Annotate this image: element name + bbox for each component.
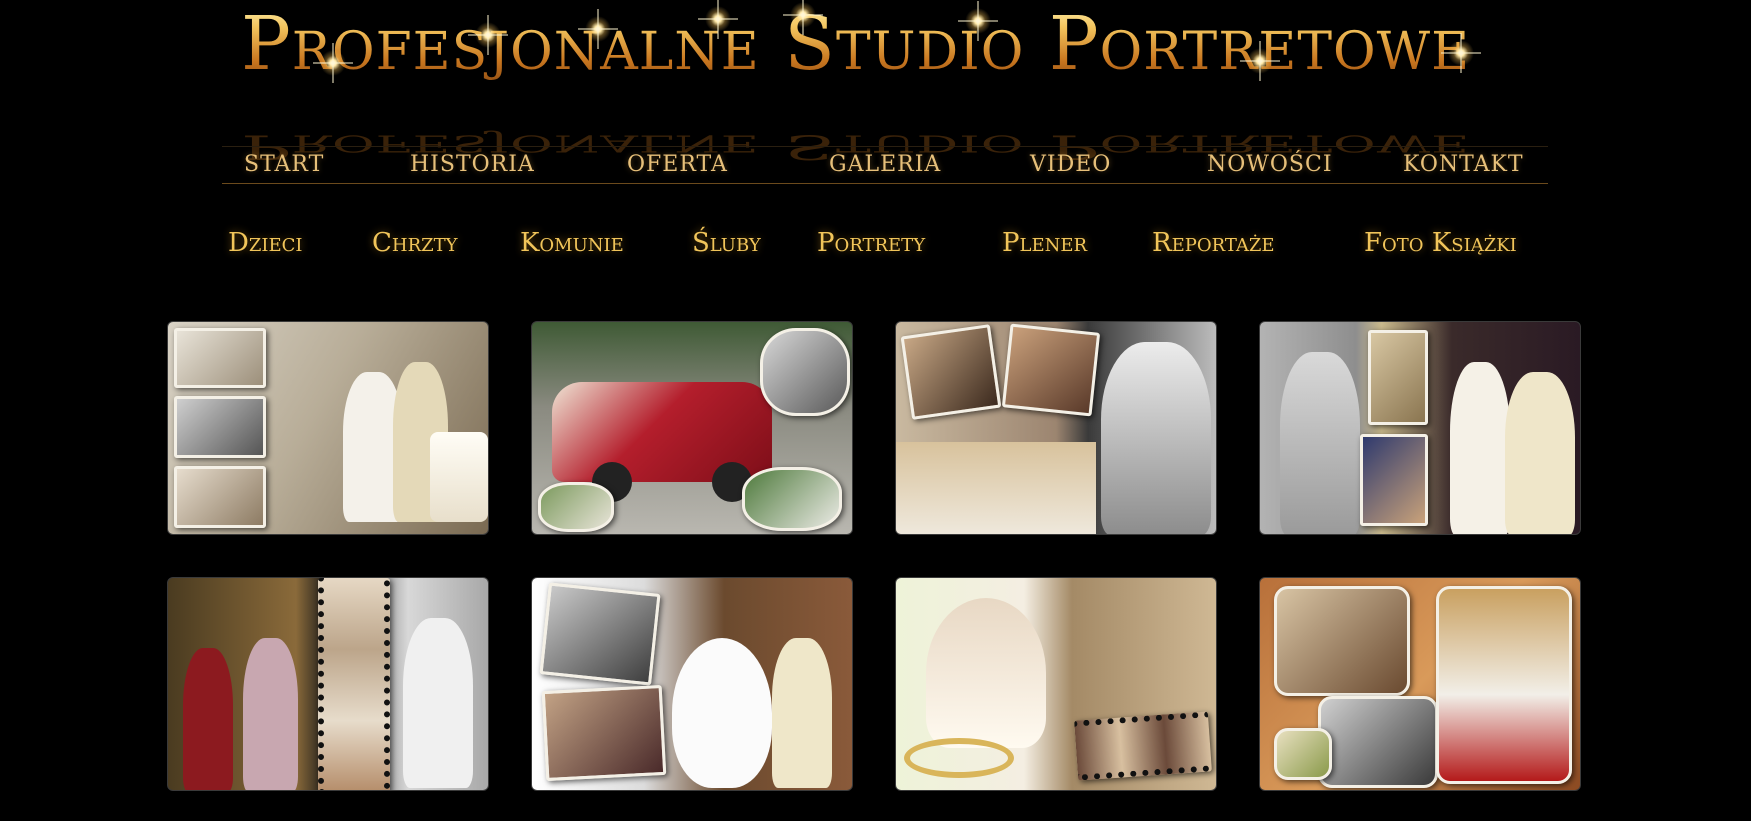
sparkle-icon bbox=[475, 22, 501, 48]
photo-frame bbox=[1274, 728, 1332, 780]
site-banner[interactable]: Profesjonalne Studio Portretowe Profesjo… bbox=[235, 0, 1515, 166]
sparkle-icon bbox=[790, 2, 816, 28]
guest-figure bbox=[243, 638, 298, 790]
rings-icon bbox=[904, 738, 1014, 778]
gallery-thumbnail[interactable] bbox=[895, 577, 1217, 791]
category-portrety[interactable]: Portrety bbox=[817, 228, 925, 258]
nav-start[interactable]: START bbox=[244, 152, 324, 177]
category-nav: Dzieci Chrzty Komunie Śluby Portrety Ple… bbox=[222, 228, 1548, 268]
groom-figure bbox=[772, 638, 832, 788]
category-dzieci[interactable]: Dzieci bbox=[228, 228, 303, 258]
sparkle-icon bbox=[705, 6, 731, 32]
sparkle-icon bbox=[585, 16, 611, 42]
gallery-thumbnail[interactable] bbox=[1259, 577, 1581, 791]
nav-historia[interactable]: HISTORIA bbox=[410, 152, 535, 177]
photo-frame bbox=[1436, 586, 1572, 784]
couple-embrace bbox=[926, 598, 1046, 748]
photo-frame bbox=[1360, 434, 1428, 526]
photo-frame bbox=[1274, 586, 1410, 696]
category-komunie[interactable]: Komunie bbox=[520, 228, 624, 258]
category-chrzty[interactable]: Chrzty bbox=[372, 228, 458, 258]
category-reportaze[interactable]: Reportaże bbox=[1152, 228, 1275, 258]
bride-figure bbox=[672, 638, 772, 788]
category-plener[interactable]: Plener bbox=[1002, 228, 1087, 258]
bride-figure bbox=[403, 618, 473, 788]
photo-frame bbox=[174, 396, 266, 458]
sparkle-icon bbox=[1448, 40, 1474, 66]
bride-figure bbox=[1280, 352, 1360, 534]
photo-frame bbox=[174, 328, 266, 388]
sparkle-icon bbox=[320, 50, 346, 76]
altar-shape bbox=[896, 442, 1096, 534]
main-nav: START HISTORIA OFERTA GALERIA VIDEO NOWO… bbox=[222, 146, 1548, 184]
site-title: Profesjonalne Studio Portretowe bbox=[241, 1, 1471, 87]
groom-figure bbox=[1505, 372, 1575, 534]
photo-frame bbox=[1318, 696, 1438, 788]
sparkle-icon bbox=[1247, 48, 1273, 74]
gallery-thumbnail[interactable] bbox=[1259, 321, 1581, 535]
guest-figure bbox=[183, 648, 233, 790]
gallery-thumbnail[interactable] bbox=[531, 577, 853, 791]
photo-frame bbox=[900, 324, 1002, 420]
gallery-thumbnail[interactable] bbox=[895, 321, 1217, 535]
filmstrip bbox=[318, 578, 390, 790]
photo-frame bbox=[1001, 323, 1101, 417]
bride-figure bbox=[1450, 362, 1510, 534]
cake-shape bbox=[430, 432, 488, 522]
category-foto-ksiazki[interactable]: Foto Książki bbox=[1364, 228, 1517, 258]
sparkle-icon bbox=[965, 8, 991, 34]
gallery-thumbnail[interactable] bbox=[531, 321, 853, 535]
photo-frame bbox=[174, 466, 266, 528]
nav-video[interactable]: VIDEO bbox=[1030, 152, 1111, 177]
gallery-thumbnail[interactable] bbox=[167, 577, 489, 791]
nav-kontakt[interactable]: KONTAKT bbox=[1403, 152, 1524, 177]
category-sluby[interactable]: Śluby bbox=[692, 228, 761, 258]
filmstrip bbox=[1074, 711, 1212, 781]
photo-frame bbox=[760, 328, 850, 416]
photo-frame bbox=[538, 482, 614, 532]
gallery-thumbnail[interactable] bbox=[167, 321, 489, 535]
page: Profesjonalne Studio Portretowe Profesjo… bbox=[0, 0, 1751, 821]
nav-nowosci[interactable]: NOWOŚCI bbox=[1207, 152, 1333, 177]
photo-frame bbox=[1368, 330, 1428, 425]
photo-frame bbox=[742, 467, 842, 531]
photo-frame bbox=[541, 684, 667, 782]
nav-oferta[interactable]: OFERTA bbox=[627, 152, 728, 177]
nav-galeria[interactable]: GALERIA bbox=[829, 152, 941, 177]
photo-frame bbox=[539, 582, 661, 686]
bride-portrait bbox=[1101, 342, 1211, 534]
